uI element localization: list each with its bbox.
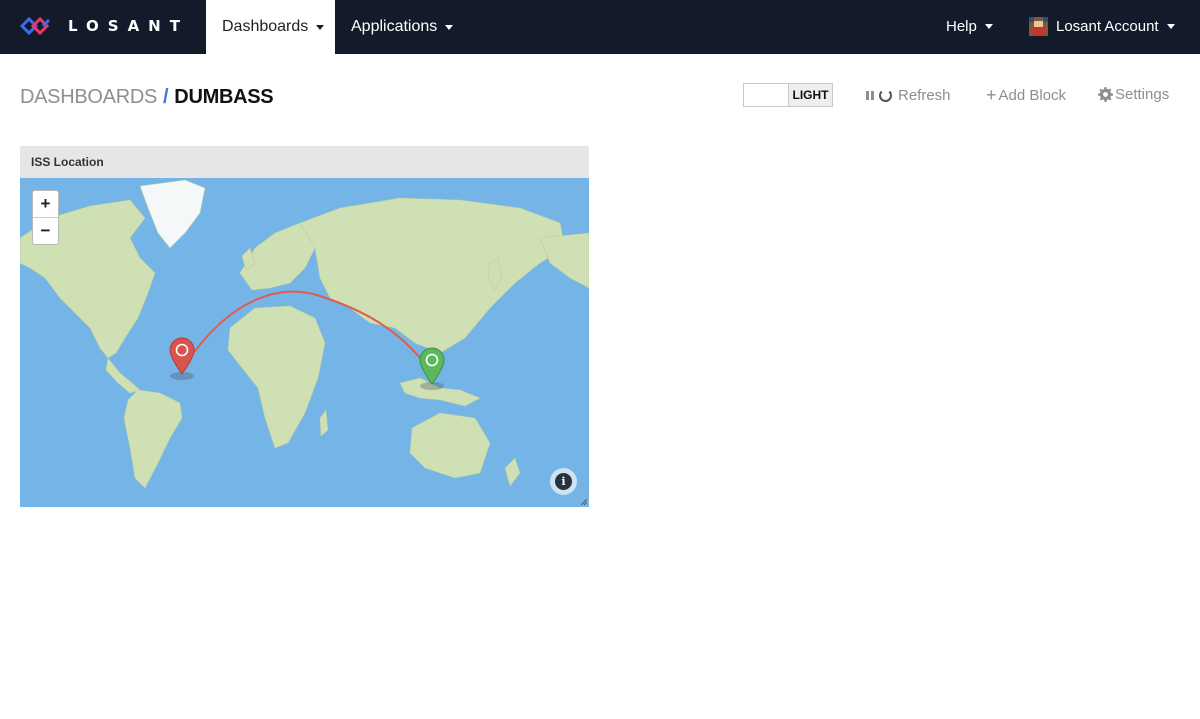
brand-name: LOSANT [68,17,189,35]
nav-applications[interactable]: Applications [351,0,454,54]
caret-down-icon [984,23,993,29]
nav-account[interactable]: Losant Account [1029,0,1175,53]
gear-icon [1098,87,1113,102]
page-title: DUMBASS [174,86,274,108]
nav-help-label: Help [946,17,977,35]
block-header[interactable]: ISS Location [20,146,589,178]
spinner-icon [879,89,892,102]
add-block-label: Add Block [998,86,1067,104]
brand-logo[interactable]: LOSANT [20,12,189,40]
settings-label: Settings [1115,86,1170,103]
zoom-in-button[interactable]: + [33,191,58,217]
avatar [1029,16,1048,36]
breadcrumb-separator: / [163,86,169,108]
losant-logo-icon [20,16,51,36]
add-block-button[interactable]: + Add Block [986,86,1066,104]
block-title: ISS Location [31,155,104,169]
nav-account-label: Losant Account [1056,17,1159,35]
caret-down-icon [445,24,454,30]
nav-dashboards[interactable]: Dashboards [206,0,335,54]
caret-down-icon [316,24,325,30]
theme-toggle[interactable]: LIGHT [743,83,833,107]
zoom-control: + − [32,190,59,245]
world-map[interactable]: + − i [20,178,589,507]
breadcrumb: DASHBOARDS / DUMBASS [20,86,274,109]
pause-icon[interactable] [866,91,874,100]
top-navbar: LOSANT Dashboards Applications Help Losa… [0,0,1200,54]
caret-down-icon [1166,23,1175,29]
refresh-label: Refresh [898,87,951,104]
settings-button[interactable]: Settings [1098,86,1169,103]
plus-icon: + [986,85,997,105]
breadcrumb-dashboards-link[interactable]: DASHBOARDS [20,86,157,108]
nav-applications-label: Applications [351,18,438,35]
resize-handle-icon[interactable] [581,499,587,505]
theme-toggle-label: LIGHT [788,84,832,106]
map-canvas[interactable] [20,178,589,507]
nav-dashboards-label: Dashboards [222,18,309,35]
dashboard-block-iss-location: ISS Location + − i [20,146,589,507]
info-icon: i [555,473,572,490]
refresh-control[interactable]: Refresh [866,87,951,104]
map-info-button[interactable]: i [550,468,577,495]
nav-help[interactable]: Help [946,0,993,53]
zoom-out-button[interactable]: − [33,217,58,243]
